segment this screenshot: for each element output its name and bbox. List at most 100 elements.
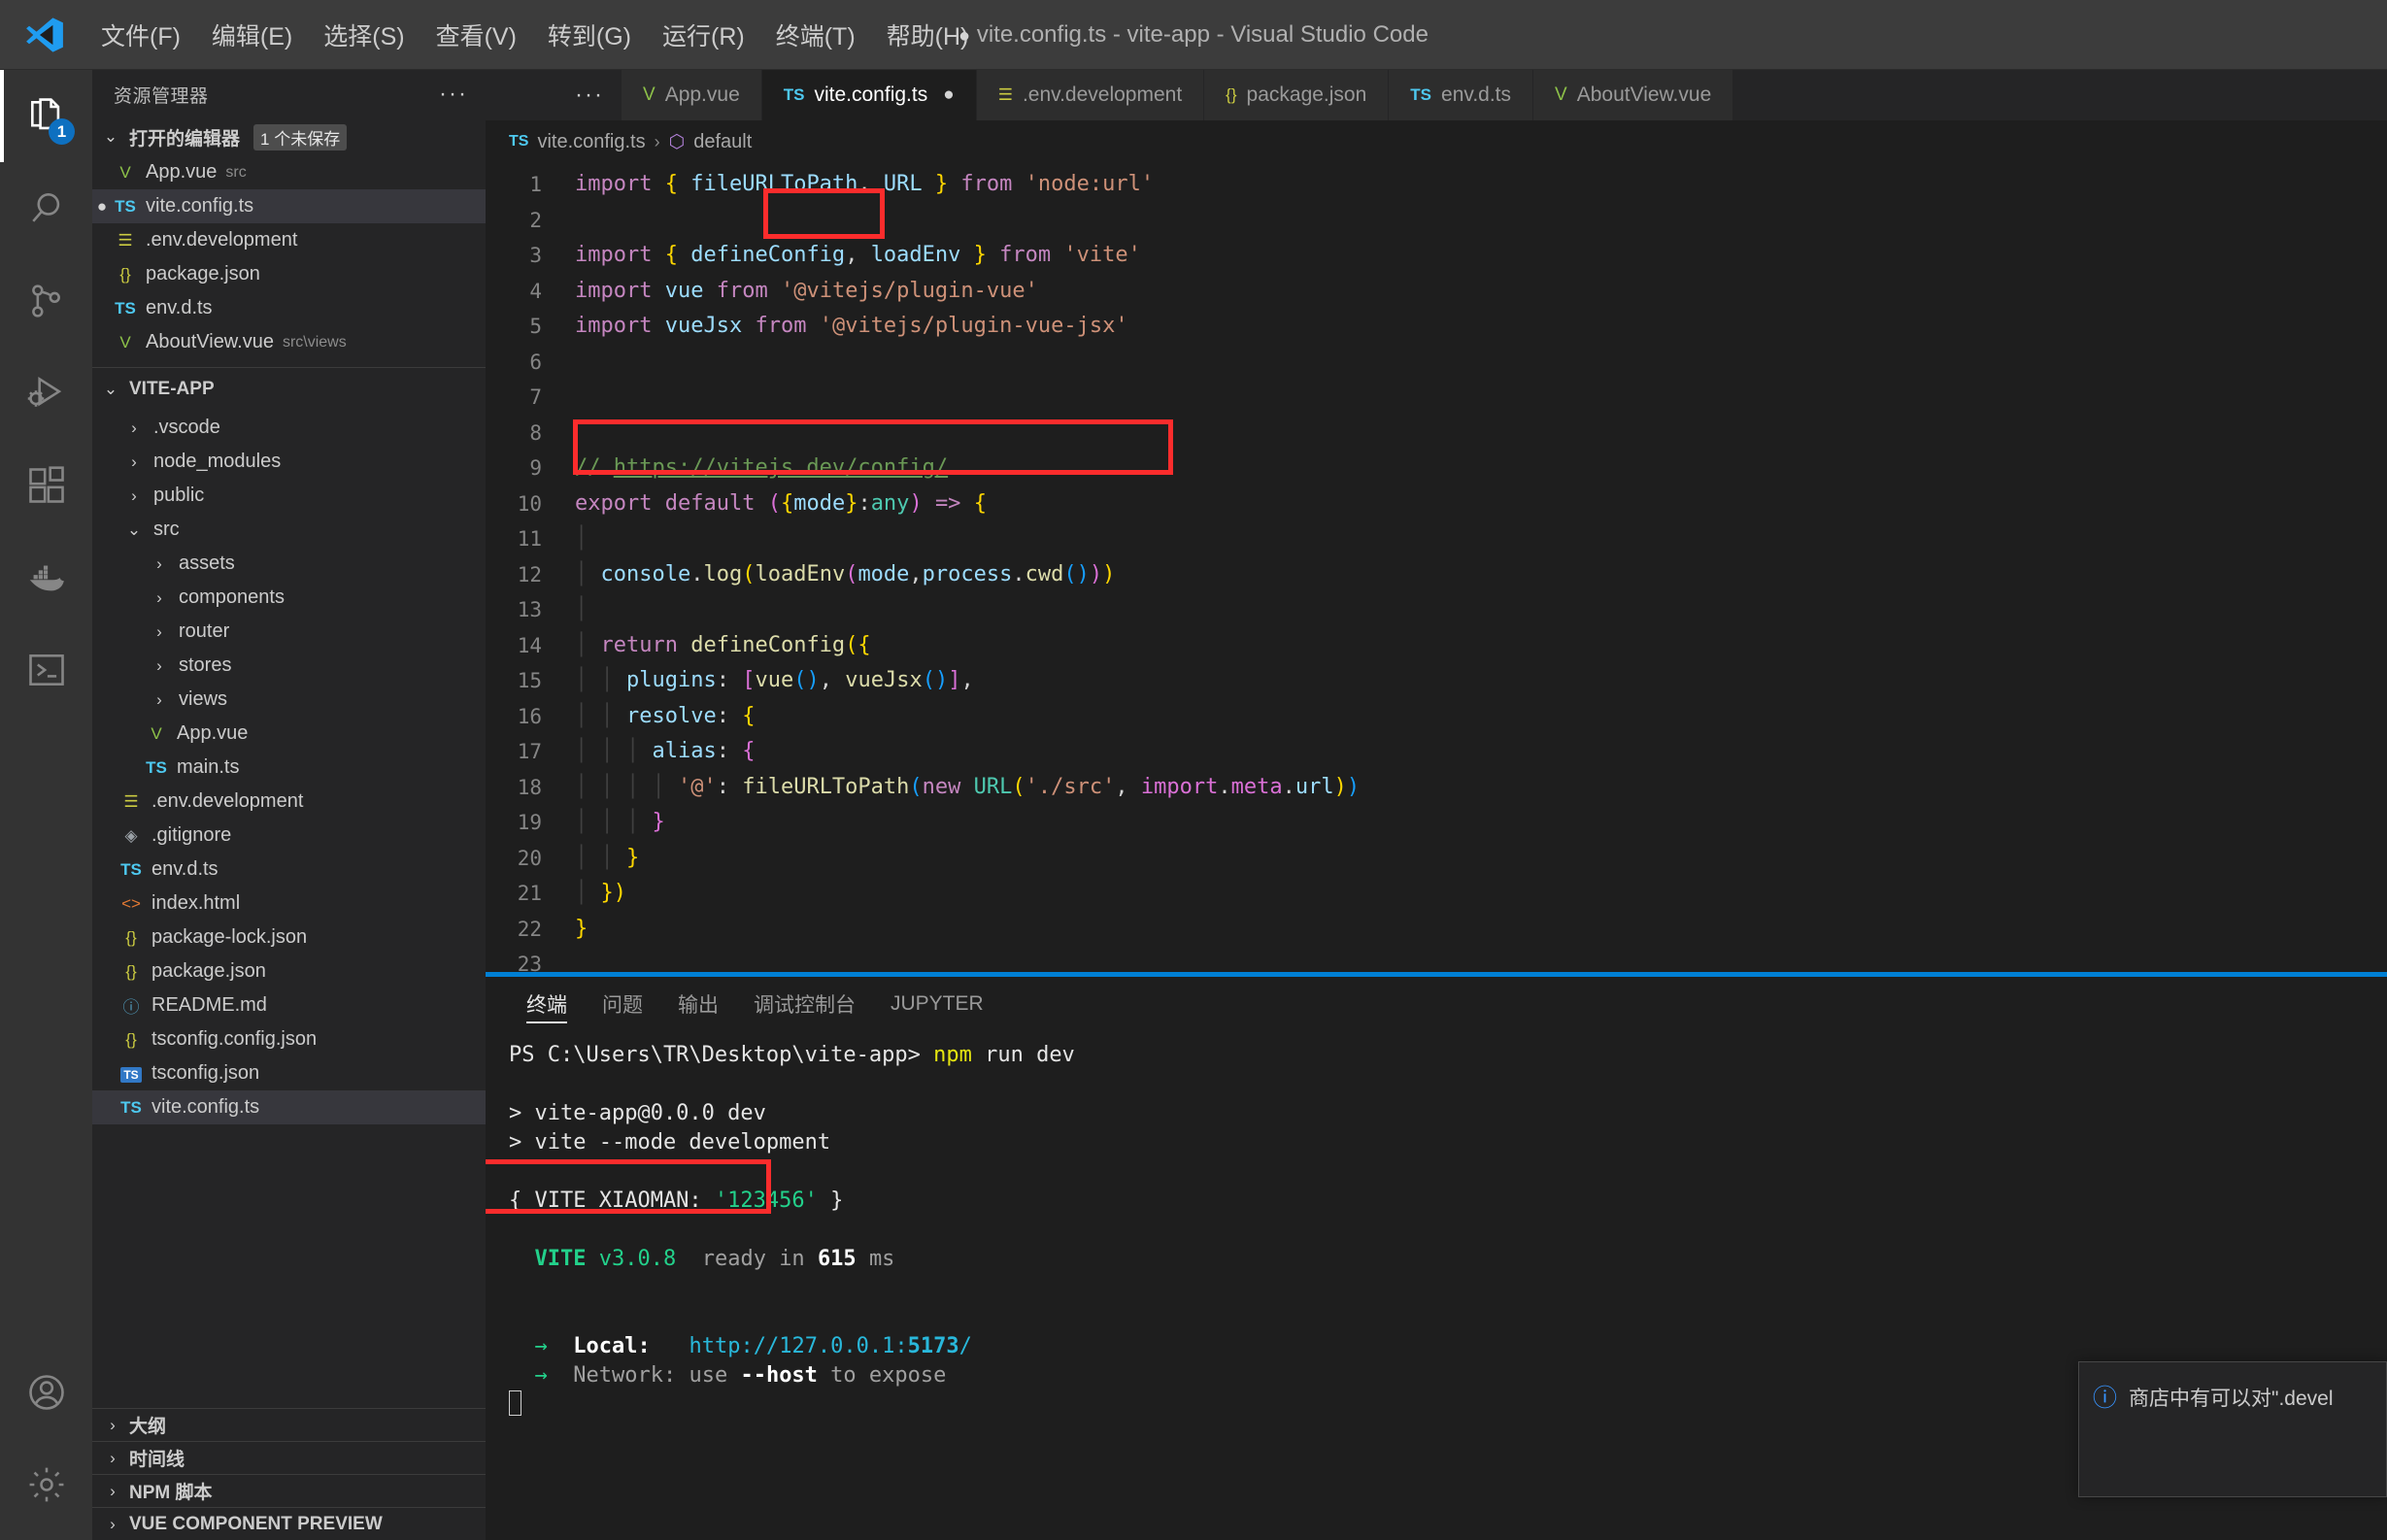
- menu-file[interactable]: 文件(F): [85, 12, 196, 58]
- editor-group: ··· V App.vue TS vite.config.ts ● ☰ .env…: [486, 70, 2387, 1540]
- network-text-a: use: [689, 1363, 741, 1388]
- activitybar-item-remote-explorer[interactable]: [0, 623, 92, 716]
- chevron-right-icon: ›: [110, 1448, 116, 1467]
- line-number: 8: [529, 420, 542, 445]
- vite-version: v3.0.8: [598, 1247, 677, 1271]
- tree-file-env-development[interactable]: ☰ .env.development: [92, 785, 486, 819]
- sidebar-collapsed-panels: › 大纲 › 时间线 › NPM 脚本 › VUE COMPONENT PREV…: [92, 1408, 486, 1540]
- sidebar-panel-timeline[interactable]: › 时间线: [92, 1441, 486, 1474]
- tree-folder-views[interactable]: › views: [92, 683, 486, 717]
- open-editor-item[interactable]: ● TS vite.config.ts: [92, 189, 486, 223]
- typescript-file-icon: TS: [146, 757, 167, 777]
- tab-vite-config-ts[interactable]: TS vite.config.ts ●: [761, 70, 977, 120]
- panel-tab-debug-console[interactable]: 调试控制台: [736, 977, 873, 1031]
- menu-bar[interactable]: 文件(F) 编辑(E) 选择(S) 查看(V) 转到(G) 运行(R) 终端(T…: [85, 12, 984, 58]
- tree-folder-vscode[interactable]: › .vscode: [92, 411, 486, 445]
- explorer-sidebar: 资源管理器 ··· ⌄ 打开的编辑器 1 个未保存 V App.vue src …: [92, 70, 486, 1540]
- code-line: 5 import vueJsx from '@vitejs/plugin-vue-…: [486, 309, 2387, 345]
- open-editor-item[interactable]: {} package.json: [92, 257, 486, 291]
- menu-edit[interactable]: 编辑(E): [196, 12, 308, 58]
- tab-package-json[interactable]: {} package.json: [1204, 70, 1390, 120]
- tree-file-vite-config-ts[interactable]: TS vite.config.ts: [92, 1090, 486, 1124]
- arrow-right-icon: →: [534, 1334, 548, 1358]
- local-url-port[interactable]: 5173: [908, 1334, 959, 1358]
- section-open-editors[interactable]: ⌄ 打开的编辑器 1 个未保存: [92, 118, 486, 155]
- tree-file-app-vue[interactable]: V App.vue: [92, 717, 486, 751]
- activitybar-item-settings[interactable]: [0, 1438, 92, 1530]
- tree-folder-stores[interactable]: › stores: [92, 649, 486, 683]
- terminal-cursor: [509, 1390, 521, 1416]
- code-line: 1 import { fileURLToPath, URL } from 'nod…: [486, 167, 2387, 203]
- tab-env-development[interactable]: ☰ .env.development: [976, 70, 1205, 120]
- workbench-body: 1 资源管理器 ··· ⌄ 打开的编辑器 1 个未保存 V App.vue sr…: [0, 70, 2387, 1540]
- tree-file-tsconfig-config-json[interactable]: {} tsconfig.config.json: [92, 1022, 486, 1056]
- tree-folder-src[interactable]: ⌄ src: [92, 513, 486, 547]
- activity-bar: 1: [0, 70, 92, 1540]
- panel-tab-terminal[interactable]: 终端: [509, 977, 585, 1031]
- code-editor[interactable]: 1 import { fileURLToPath, URL } from 'nod…: [486, 163, 2387, 972]
- tree-folder-assets[interactable]: › assets: [92, 547, 486, 581]
- tree-file-package-lock-json[interactable]: {} package-lock.json: [92, 921, 486, 954]
- code-line-text: │ │ resolve: {: [575, 703, 756, 728]
- panel-tab-label: JUPYTER: [891, 992, 984, 1015]
- menu-terminal[interactable]: 终端(T): [760, 12, 871, 58]
- menu-selection[interactable]: 选择(S): [308, 12, 420, 58]
- menu-go[interactable]: 转到(G): [532, 12, 647, 58]
- tree-folder-components[interactable]: › components: [92, 581, 486, 615]
- tree-file-main-ts[interactable]: TS main.ts: [92, 751, 486, 785]
- json-file-icon: {}: [125, 1029, 137, 1049]
- sidebar-panel-vue-component-preview[interactable]: › VUE COMPONENT PREVIEW: [92, 1507, 486, 1540]
- activitybar-item-search[interactable]: [0, 162, 92, 254]
- panel-tab-problems[interactable]: 问题: [585, 977, 660, 1031]
- local-url-base[interactable]: http://127.0.0.1:: [689, 1334, 907, 1358]
- sidebar-panel-npm-scripts[interactable]: › NPM 脚本: [92, 1474, 486, 1507]
- tab-about-view-vue[interactable]: V AboutView.vue: [1533, 70, 1734, 120]
- activitybar-item-docker[interactable]: [0, 531, 92, 623]
- tab-env-d-ts[interactable]: TS env.d.ts: [1389, 70, 1534, 120]
- open-editor-item[interactable]: ☰ .env.development: [92, 223, 486, 257]
- breadcrumb-symbol[interactable]: default: [693, 131, 752, 153]
- activitybar-item-source-control[interactable]: [0, 254, 92, 347]
- open-editor-item[interactable]: TS env.d.ts: [92, 291, 486, 325]
- tree-file-index-html[interactable]: <> index.html: [92, 887, 486, 921]
- code-line: 13 │: [486, 592, 2387, 628]
- line-number: 23: [517, 953, 542, 972]
- local-url-tail[interactable]: /: [959, 1334, 972, 1358]
- notification-toast[interactable]: ⓘ 商店中有可以对".devel: [2078, 1361, 2387, 1497]
- menu-run[interactable]: 运行(R): [647, 12, 760, 58]
- tree-folder-node-modules[interactable]: › node_modules: [92, 445, 486, 479]
- activitybar-item-accounts[interactable]: [0, 1346, 92, 1438]
- activitybar-item-explorer[interactable]: 1: [0, 70, 92, 162]
- tree-file-env-d-ts[interactable]: TS env.d.ts: [92, 853, 486, 887]
- tabbar-more-icon[interactable]: ···: [575, 84, 604, 107]
- breadcrumb-file[interactable]: vite.config.ts: [537, 131, 645, 153]
- menu-help[interactable]: 帮助(H): [871, 12, 985, 58]
- panel-tab-jupyter[interactable]: JUPYTER: [873, 977, 1001, 1031]
- open-editor-name: .env.development: [146, 229, 298, 251]
- tab-app-vue[interactable]: V App.vue: [622, 70, 762, 120]
- editor-tab-bar: ··· V App.vue TS vite.config.ts ● ☰ .env…: [486, 70, 2387, 120]
- section-workspace[interactable]: ⌄ VITE-APP: [92, 368, 486, 411]
- tree-file-package-json[interactable]: {} package.json: [92, 954, 486, 988]
- open-editor-item[interactable]: V AboutView.vue src\views: [92, 325, 486, 359]
- typescript-file-icon: TS: [1410, 85, 1432, 104]
- open-editor-name: vite.config.ts: [146, 195, 254, 217]
- tree-folder-router[interactable]: › router: [92, 615, 486, 649]
- tree-item-label: index.html: [151, 892, 241, 914]
- tree-folder-public[interactable]: › public: [92, 479, 486, 513]
- open-editor-item[interactable]: V App.vue src: [92, 155, 486, 189]
- typescript-file-icon: TS: [120, 1097, 142, 1117]
- tree-file-readme-md[interactable]: ⓘ README.md: [92, 988, 486, 1022]
- breadcrumb[interactable]: TS vite.config.ts › ⬡ default: [486, 120, 2387, 163]
- tree-file-gitignore[interactable]: ◈ .gitignore: [92, 819, 486, 853]
- sidebar-panel-outline[interactable]: › 大纲: [92, 1408, 486, 1441]
- menu-view[interactable]: 查看(V): [420, 12, 532, 58]
- tree-file-tsconfig-json[interactable]: TS tsconfig.json: [92, 1056, 486, 1090]
- sidebar-more-actions-icon[interactable]: ···: [439, 83, 468, 106]
- activitybar-item-extensions[interactable]: [0, 439, 92, 531]
- panel-tab-output[interactable]: 输出: [660, 977, 736, 1031]
- activitybar-item-run-debug[interactable]: [0, 347, 92, 439]
